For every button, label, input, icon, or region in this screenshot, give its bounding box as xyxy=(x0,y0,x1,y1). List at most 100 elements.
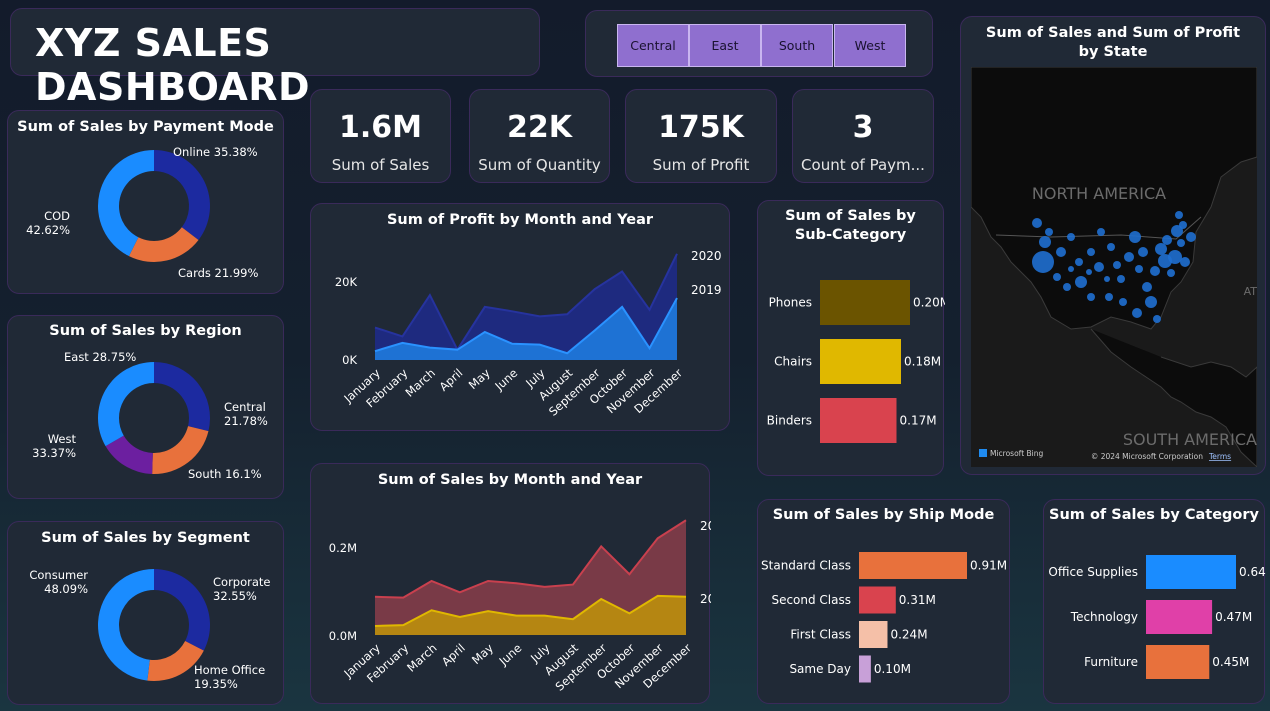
donut-label: Consumer 48.09% xyxy=(29,568,88,596)
state-bubble[interactable] xyxy=(1142,282,1152,292)
payment-mode-card: Sum of Sales by Payment Mode Online 35.3… xyxy=(7,110,284,294)
state-bubble[interactable] xyxy=(1129,231,1141,243)
state-bubble[interactable] xyxy=(1168,250,1182,264)
bar-second-class[interactable] xyxy=(859,586,896,614)
state-bubble-map[interactable]: NORTH AMERICA SOUTH AMERICA AT Microsoft… xyxy=(971,67,1257,467)
state-bubble[interactable] xyxy=(1132,308,1142,318)
region-donut[interactable]: East 28.75% Central 21.78% South 16.1% West 3… xyxy=(8,316,285,500)
state-bubble[interactable] xyxy=(1150,266,1160,276)
donut-label: South 16.1% xyxy=(188,467,262,481)
slicer-button-south[interactable]: South xyxy=(761,24,833,67)
state-bubble[interactable] xyxy=(1075,258,1083,266)
state-bubble[interactable] xyxy=(1138,247,1148,257)
state-bubble[interactable] xyxy=(1119,298,1127,306)
state-bubble[interactable] xyxy=(1086,269,1092,275)
segment-donut[interactable]: Corporate 32.55% Home Office 19.35% Consumer… xyxy=(8,522,285,706)
bar-technology[interactable] xyxy=(1146,600,1213,634)
data-label: 0.18M xyxy=(904,355,941,369)
y-tick-label: 0.2M xyxy=(329,541,357,555)
state-bubble[interactable] xyxy=(1177,239,1185,247)
state-bubble[interactable] xyxy=(1145,296,1157,308)
state-bubble[interactable] xyxy=(1135,265,1143,273)
series-label-2020: 2020 xyxy=(700,519,711,533)
payment-mode-donut[interactable]: Online 35.38% Cards 21.99% COD 42.62% xyxy=(8,111,285,295)
state-bubble[interactable] xyxy=(1087,293,1095,301)
donut-slice-consumer[interactable] xyxy=(97,569,154,681)
kpi-value: 1.6M xyxy=(339,110,422,145)
category-label: Chairs xyxy=(774,355,812,369)
subcategory-bar-chart[interactable]: Phones 0.20M Chairs 0.18M Binders 0.17M xyxy=(758,201,945,477)
bar-standard-class[interactable] xyxy=(859,552,967,579)
map-terms-link[interactable]: Terms xyxy=(1208,452,1231,461)
state-bubble[interactable] xyxy=(1068,266,1074,272)
state-bubble[interactable] xyxy=(1097,228,1105,236)
kpi-card-profit: 175K Sum of Profit xyxy=(625,89,777,183)
slicer-button-west[interactable]: West xyxy=(834,24,906,67)
state-bubble[interactable] xyxy=(1039,236,1051,248)
state-bubble[interactable] xyxy=(1153,315,1161,323)
data-label: 0.91M xyxy=(970,559,1007,573)
state-bubble[interactable] xyxy=(1107,243,1115,251)
map-label-south-america: SOUTH AMERICA xyxy=(1123,430,1257,449)
state-bubble[interactable] xyxy=(1186,232,1196,242)
profit-area-chart[interactable]: 202020190K20KJanuaryFebruaryMarchApril Ma… xyxy=(311,204,731,432)
bar-office-supplies[interactable] xyxy=(1146,555,1236,589)
donut-slice-online[interactable] xyxy=(154,150,210,240)
state-bubble[interactable] xyxy=(1155,243,1167,255)
state-bubble[interactable] xyxy=(1032,251,1054,273)
title-card: XYZ SALES DASHBOARD xyxy=(10,8,540,109)
state-bubble[interactable] xyxy=(1179,221,1187,229)
sales-area-chart[interactable]: 202020190.0M0.2MJanuaryFebruaryMarchApri… xyxy=(311,464,711,705)
state-bubble[interactable] xyxy=(1053,273,1061,281)
kpi-label: Sum of Profit xyxy=(652,156,750,174)
state-bubble[interactable] xyxy=(1124,252,1134,262)
bar-same-day[interactable] xyxy=(859,655,871,683)
donut-slice-west[interactable] xyxy=(98,362,154,447)
data-label: 0.10M xyxy=(874,662,911,676)
state-bubble[interactable] xyxy=(1162,235,1172,245)
state-bubble[interactable] xyxy=(1063,283,1071,291)
state-bubble[interactable] xyxy=(1094,262,1104,272)
category-label: Binders xyxy=(767,414,812,428)
state-bubble[interactable] xyxy=(1105,293,1113,301)
state-bubble[interactable] xyxy=(1045,228,1053,236)
donut-slice-corporate[interactable] xyxy=(154,569,210,651)
x-tick-label: June xyxy=(492,366,521,394)
state-bubble[interactable] xyxy=(1087,248,1095,256)
bar-chairs[interactable] xyxy=(820,339,901,384)
state-bubble[interactable] xyxy=(1180,257,1190,267)
state-bubble[interactable] xyxy=(1104,276,1110,282)
kpi-value: 175K xyxy=(658,110,744,145)
category-label: Same Day xyxy=(789,662,851,676)
bar-furniture[interactable] xyxy=(1146,645,1210,679)
bar-binders[interactable] xyxy=(820,398,897,443)
state-bubble[interactable] xyxy=(1175,211,1183,219)
series-label-2019: 2019 xyxy=(691,283,722,297)
slicer-button-east[interactable]: East xyxy=(689,24,761,67)
category-label: Office Supplies xyxy=(1048,565,1138,579)
donut-label: West 33.37% xyxy=(32,432,76,460)
state-bubble[interactable] xyxy=(1032,218,1042,228)
state-bubble[interactable] xyxy=(1113,261,1121,269)
state-bubble[interactable] xyxy=(1117,275,1125,283)
data-label: 0.17M xyxy=(900,414,937,428)
data-label: 0.47M xyxy=(1215,610,1252,624)
donut-slice-east[interactable] xyxy=(154,362,210,432)
category-label: Standard Class xyxy=(761,559,851,573)
state-bubble[interactable] xyxy=(1056,247,1066,257)
donut-label: Home Office 19.35% xyxy=(194,663,265,691)
kpi-value: 22K xyxy=(507,110,572,145)
category-bar-chart[interactable]: Office Supplies 0.64M Technology 0.47M Furni… xyxy=(1044,500,1266,705)
kpi-label: Sum of Quantity xyxy=(478,156,601,174)
data-label: 0.45M xyxy=(1212,655,1249,669)
bar-phones[interactable] xyxy=(820,280,910,325)
state-bubble[interactable] xyxy=(1067,233,1075,241)
ship-mode-bar-chart[interactable]: Standard Class 0.91M Second Class 0.31M Firs… xyxy=(758,500,1011,705)
state-bubble[interactable] xyxy=(1075,276,1087,288)
bar-first-class[interactable] xyxy=(859,621,888,648)
donut-slice-cards[interactable] xyxy=(128,227,199,262)
slicer-button-central[interactable]: Central xyxy=(617,24,689,67)
series-label-2019: 2019 xyxy=(700,592,711,606)
state-bubble[interactable] xyxy=(1167,269,1175,277)
category-label: Second Class xyxy=(771,593,851,607)
